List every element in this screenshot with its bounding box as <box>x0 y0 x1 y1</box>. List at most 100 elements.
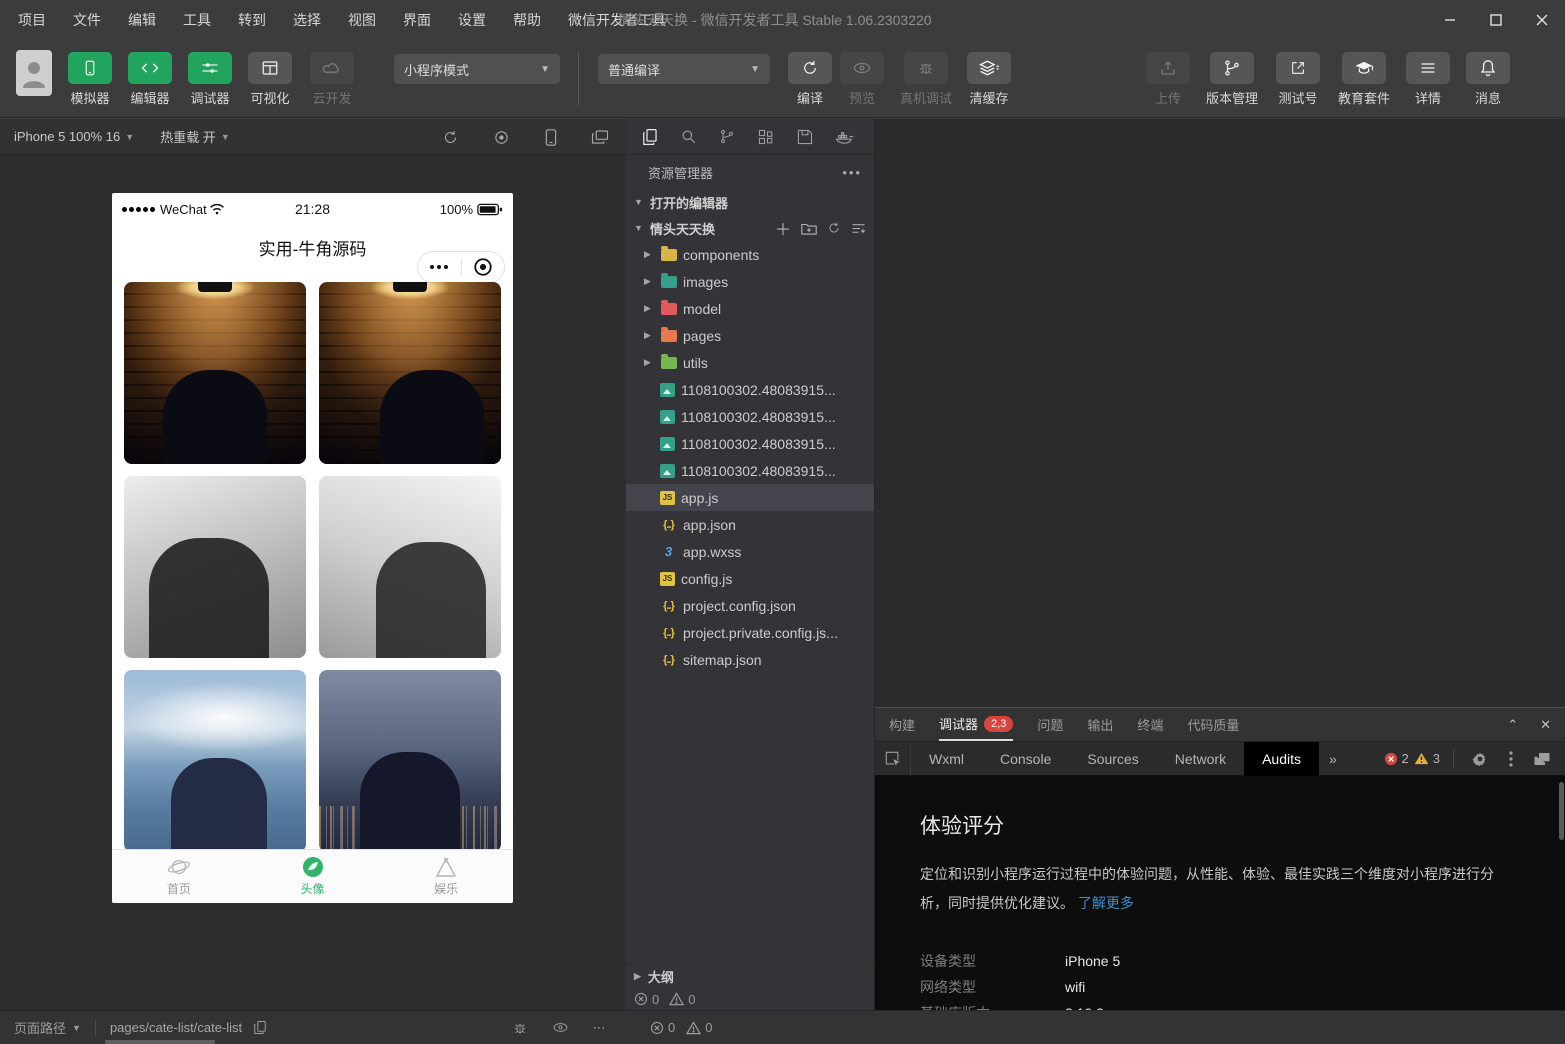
tree-folder-pages[interactable]: ▶pages <box>626 322 874 349</box>
avatar[interactable] <box>16 50 52 96</box>
refresh-icon[interactable] <box>827 216 841 240</box>
kebab-menu-icon[interactable] <box>1498 751 1524 767</box>
open-editors-section[interactable]: ▼ 打开的编辑器 <box>626 189 874 215</box>
more-options-icon[interactable]: ⋯ <box>588 1020 612 1036</box>
multi-window-icon[interactable] <box>585 122 615 152</box>
minimize-button[interactable] <box>1427 0 1473 40</box>
menu-edit[interactable]: 编辑 <box>128 10 156 30</box>
detail-button[interactable]: 详情 <box>1396 52 1460 107</box>
close-button[interactable] <box>1519 0 1565 40</box>
tree-file-app-json[interactable]: ▶{..}app.json <box>626 511 874 538</box>
audits-scrollbar[interactable] <box>1559 782 1564 840</box>
menu-tools[interactable]: 工具 <box>183 10 211 30</box>
menu-goto[interactable]: 转到 <box>238 10 266 30</box>
tree-file-project-config[interactable]: ▶{..}project.config.json <box>626 592 874 619</box>
tree-file-image[interactable]: ▶1108100302.48083915... <box>626 430 874 457</box>
tab-problems[interactable]: 问题 <box>1037 708 1063 741</box>
page-path-dropdown[interactable]: 页面路径 <box>14 1018 66 1037</box>
test-account-button[interactable]: 测试号 <box>1266 52 1330 107</box>
message-button[interactable]: 消息 <box>1456 52 1520 107</box>
learn-more-link[interactable]: 了解更多 <box>1078 895 1134 911</box>
copy-path-icon[interactable] <box>248 1020 272 1035</box>
preview-button[interactable]: 预览 <box>830 52 894 107</box>
tree-folder-model[interactable]: ▶model <box>626 295 874 322</box>
tree-file-image[interactable]: ▶1108100302.48083915... <box>626 457 874 484</box>
maximize-button[interactable] <box>1473 0 1519 40</box>
photo-mirror-selfie-woman[interactable] <box>319 476 501 658</box>
files-icon[interactable] <box>634 123 664 151</box>
tab-debugger[interactable]: 调试器 2,3 <box>939 708 1013 741</box>
outline-section[interactable]: ▶ 大纲 <box>626 964 874 988</box>
more-dots-icon[interactable] <box>418 265 461 269</box>
more-tabs-icon[interactable]: » <box>1319 751 1347 767</box>
tab-code-quality[interactable]: 代码质量 <box>1187 708 1239 741</box>
cloud-dev-button[interactable]: 云开发 <box>300 52 364 107</box>
close-panel-icon[interactable]: ✕ <box>1540 717 1551 733</box>
version-manage-button[interactable]: 版本管理 <box>1196 52 1268 107</box>
tab-home[interactable]: 首页 <box>112 850 246 903</box>
devtools-tab-sources[interactable]: Sources <box>1069 742 1156 776</box>
tree-file-project-private-config[interactable]: ▶{..}project.private.config.js... <box>626 619 874 646</box>
photo-brick-man[interactable] <box>124 282 306 464</box>
photo-brick-woman[interactable] <box>319 282 501 464</box>
capsule-button[interactable] <box>417 251 505 283</box>
menu-settings[interactable]: 设置 <box>458 10 486 30</box>
new-file-icon[interactable]: ＋ <box>775 216 791 240</box>
undock-window-icon[interactable] <box>1529 751 1555 767</box>
menu-file[interactable]: 文件 <box>73 10 101 30</box>
devtools-tab-wxml[interactable]: Wxml <box>911 742 982 776</box>
rotate-icon[interactable] <box>435 122 465 152</box>
editor-toggle-button[interactable]: 编辑器 <box>118 52 182 107</box>
menu-view[interactable]: 视图 <box>348 10 376 30</box>
extensions-icon[interactable] <box>751 123 781 151</box>
tree-file-image[interactable]: ▶1108100302.48083915... <box>626 376 874 403</box>
photo-mirror-selfie-man[interactable] <box>124 476 306 658</box>
menu-interface[interactable]: 界面 <box>403 10 431 30</box>
visibility-eye-icon[interactable] <box>548 1020 572 1036</box>
edu-suite-button[interactable]: 教育套件 <box>1328 52 1400 107</box>
tree-folder-images[interactable]: ▶images <box>626 268 874 295</box>
tab-avatar[interactable]: 头像 <box>246 850 380 903</box>
tree-file-app-js[interactable]: ▶JSapp.js <box>626 484 874 511</box>
menu-help[interactable]: 帮助 <box>513 10 541 30</box>
statusbar-problem-counts[interactable]: 0 0 <box>650 1020 712 1035</box>
debugger-toggle-button[interactable]: 调试器 <box>178 52 242 107</box>
horizontal-scrollbar[interactable] <box>105 1040 215 1044</box>
tab-fun[interactable]: 娱乐 <box>379 850 513 903</box>
record-icon[interactable] <box>486 122 516 152</box>
vconsole-bug-icon[interactable] <box>508 1020 532 1036</box>
new-folder-icon[interactable] <box>801 216 817 240</box>
collapse-panel-icon[interactable]: ⌃ <box>1507 717 1518 733</box>
devtools-tab-audits[interactable]: Audits <box>1244 742 1319 776</box>
phone-frame-icon[interactable] <box>536 122 566 152</box>
hot-reload-select[interactable]: 热重载 开▼ <box>160 127 230 146</box>
tab-output[interactable]: 输出 <box>1087 708 1113 741</box>
collapse-all-icon[interactable] <box>851 216 866 240</box>
tab-build[interactable]: 构建 <box>889 708 915 741</box>
docker-whale-icon[interactable] <box>829 123 859 151</box>
device-debug-button[interactable]: 真机调试 <box>890 52 962 107</box>
devtools-tab-network[interactable]: Network <box>1157 742 1244 776</box>
photo-seaside-woman[interactable] <box>124 670 306 852</box>
mode-select[interactable]: 小程序模式▼ <box>394 54 560 84</box>
device-select[interactable]: iPhone 5 100% 16▼ <box>14 129 134 144</box>
menu-select[interactable]: 选择 <box>293 10 321 30</box>
inspect-element-icon[interactable] <box>875 742 911 776</box>
visualization-toggle-button[interactable]: 可视化 <box>238 52 302 107</box>
tree-file-config-js[interactable]: ▶JSconfig.js <box>626 565 874 592</box>
search-icon[interactable] <box>673 123 703 151</box>
devtools-settings-icon[interactable] <box>1467 751 1493 767</box>
menu-project[interactable]: 项目 <box>18 10 46 30</box>
exit-target-icon[interactable] <box>462 257 505 277</box>
devtools-tab-console[interactable]: Console <box>982 742 1069 776</box>
photo-rooftop-man[interactable] <box>319 670 501 852</box>
tree-file-sitemap[interactable]: ▶{..}sitemap.json <box>626 646 874 673</box>
clear-cache-button[interactable]: 清缓存 <box>956 52 1022 107</box>
tab-terminal[interactable]: 终端 <box>1137 708 1163 741</box>
upload-button[interactable]: 上传 <box>1136 52 1200 107</box>
git-branch-icon[interactable] <box>712 123 742 151</box>
console-error-count[interactable]: 2 <box>1384 751 1409 766</box>
project-section[interactable]: ▼ 情头天天换 ＋ <box>626 215 874 241</box>
tree-folder-components[interactable]: ▶components <box>626 241 874 268</box>
save-layout-icon[interactable] <box>790 123 820 151</box>
